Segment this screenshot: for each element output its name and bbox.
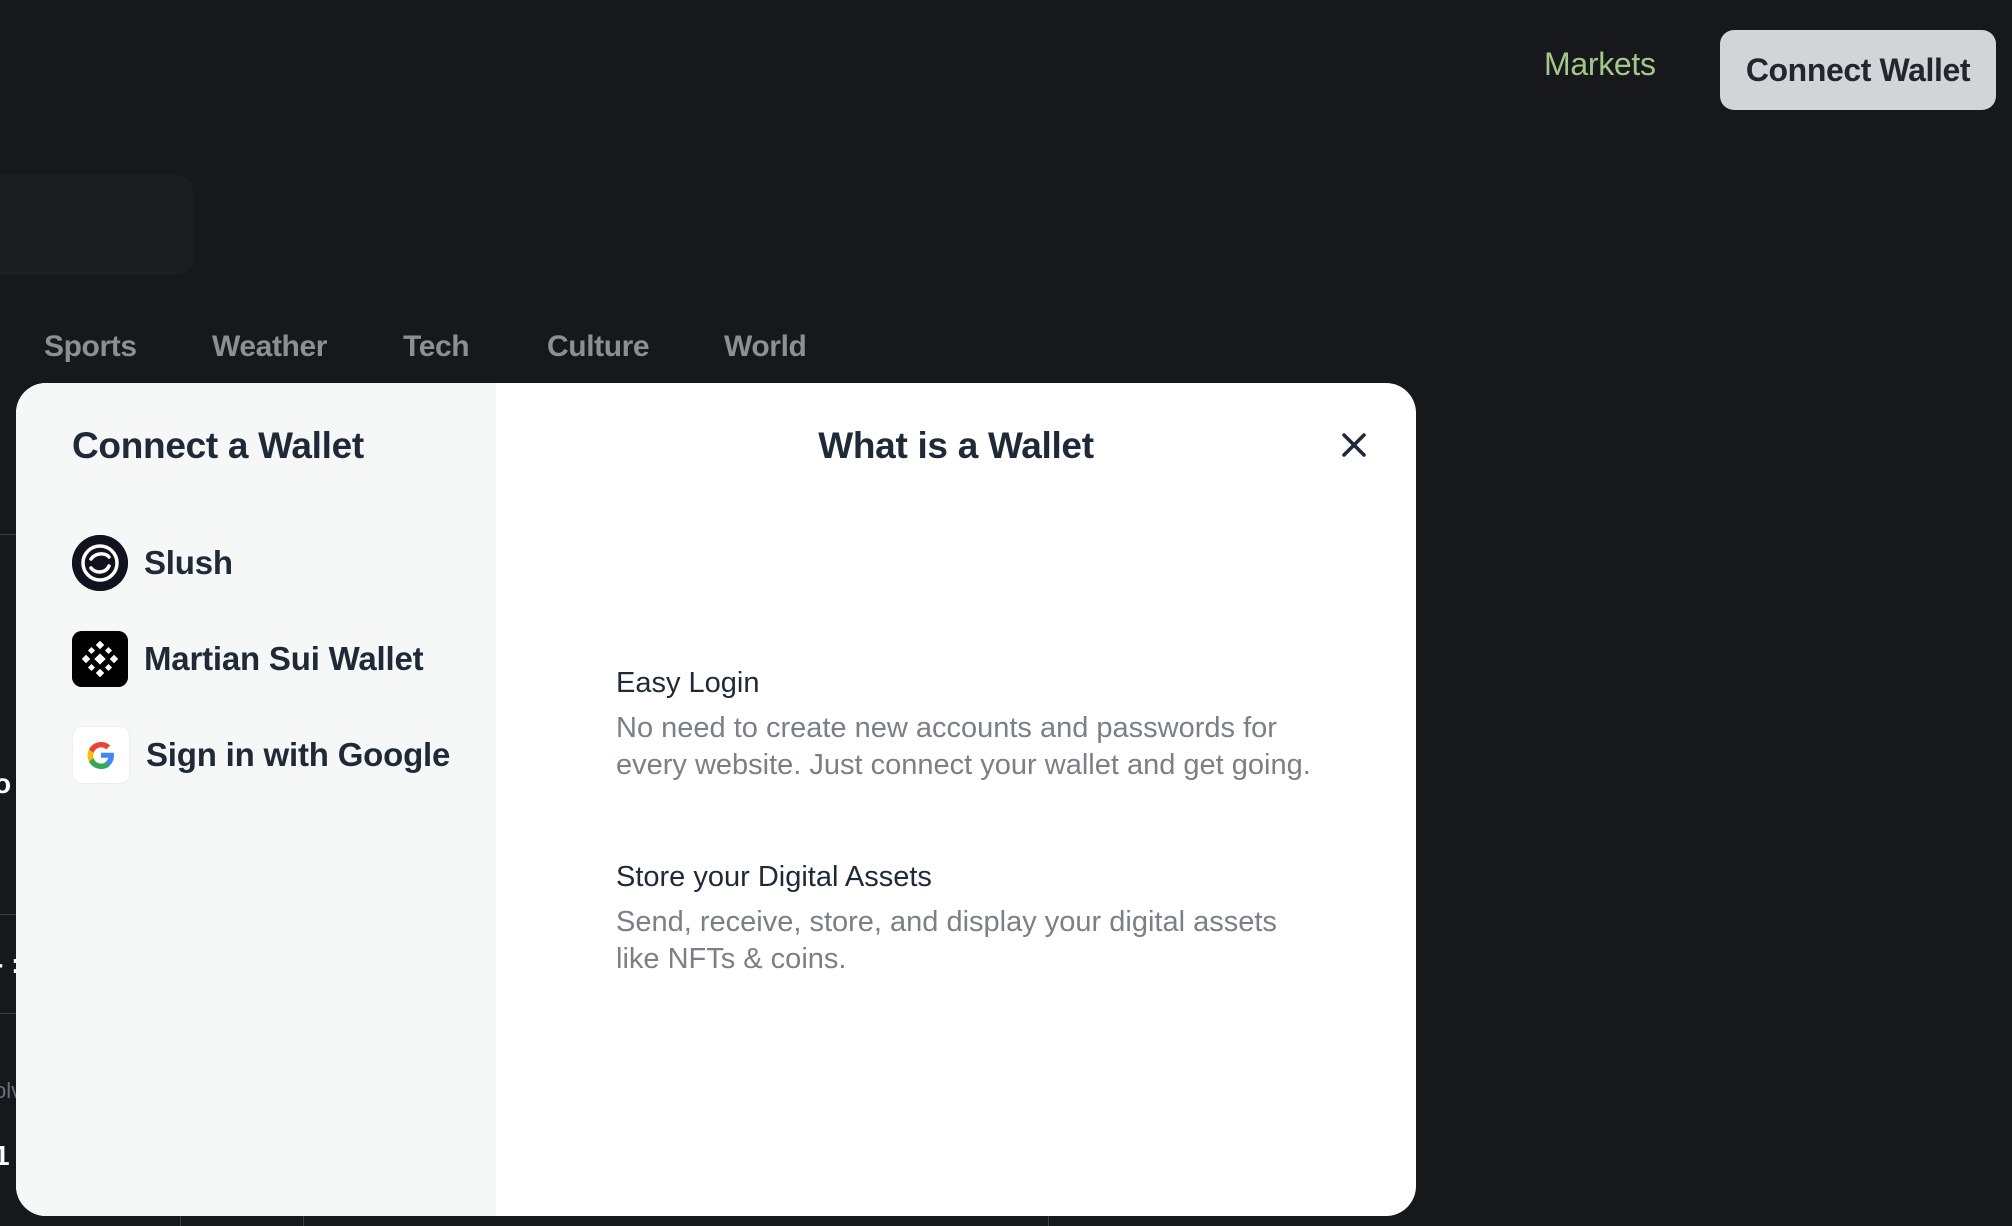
tab-weather[interactable]: Weather: [212, 330, 327, 364]
wallet-label: Slush: [144, 544, 233, 581]
info-item-title: Store your Digital Assets: [616, 861, 932, 893]
connect-wallet-button[interactable]: Connect Wallet: [1720, 30, 1996, 110]
info-item-description: No need to create new accounts and passw…: [616, 712, 1311, 781]
wallet-label: Martian Sui Wallet: [144, 640, 424, 677]
page: Markets Connect Wallet Sports Weather Te…: [0, 0, 2012, 1226]
tab-culture[interactable]: Culture: [547, 330, 650, 364]
markets-link[interactable]: Markets: [1544, 46, 1656, 83]
info-item-title: Easy Login: [616, 667, 760, 699]
background-text-fragment: 1: [0, 1140, 10, 1171]
background-text-fragment: o: [0, 768, 12, 799]
connect-wallet-modal: Connect a Wallet Slush Martian Sui Walle…: [16, 383, 1416, 1216]
wallet-option-slush[interactable]: Slush: [72, 533, 233, 593]
wallet-list-panel: Connect a Wallet Slush Martian Sui Walle…: [16, 383, 496, 1216]
tab-tech[interactable]: Tech: [403, 330, 470, 364]
wallet-info-panel: What is a Wallet Easy Login No need to c…: [496, 383, 1416, 1216]
tab-world[interactable]: World: [724, 330, 807, 364]
wallet-label: Sign in with Google: [146, 736, 451, 773]
background-search-box[interactable]: [0, 175, 193, 275]
background-divider: [0, 914, 16, 915]
info-item-easy-login: Easy Login No need to create new account…: [616, 667, 1316, 784]
info-title: What is a Wallet: [818, 425, 1094, 466]
martian-icon: [72, 631, 128, 687]
background-divider: [0, 534, 16, 535]
tab-sports[interactable]: Sports: [44, 330, 137, 364]
slush-icon: [72, 535, 128, 591]
background-divider: [0, 1013, 16, 1014]
close-icon[interactable]: [1332, 423, 1376, 467]
modal-title: Connect a Wallet: [72, 425, 364, 466]
wallet-option-google[interactable]: Sign in with Google: [72, 725, 450, 785]
info-item-description: Send, receive, store, and display your d…: [616, 906, 1277, 975]
google-icon: [72, 726, 130, 784]
wallet-option-martian[interactable]: Martian Sui Wallet: [72, 629, 424, 689]
info-item-digital-assets: Store your Digital Assets Send, receive,…: [616, 861, 1316, 978]
